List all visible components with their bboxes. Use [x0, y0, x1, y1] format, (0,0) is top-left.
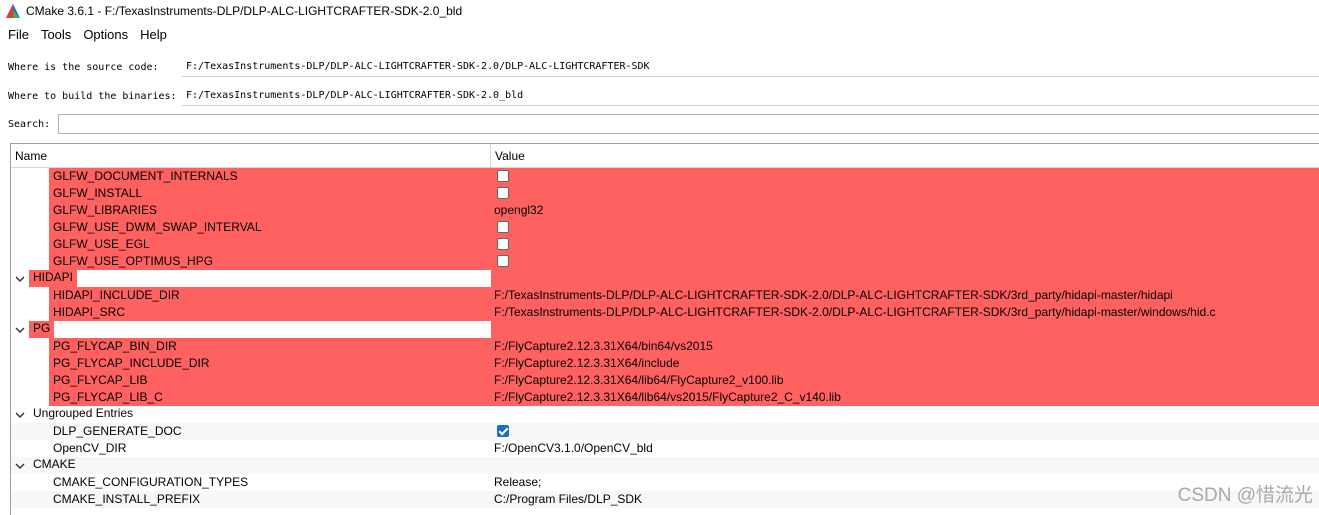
entry-name: CMAKE_INSTALL_PREFIX — [53, 492, 201, 506]
entry-value[interactable]: F:/OpenCV3.1.0/OpenCV_bld — [491, 440, 1319, 457]
group-label: HIDAPI — [29, 270, 78, 287]
checkbox[interactable] — [497, 169, 509, 182]
entry-name: HIDAPI_SRC — [49, 304, 491, 321]
menu-options[interactable]: Options — [77, 24, 134, 46]
table-row[interactable]: OpenCV_DIR F:/OpenCV3.1.0/OpenCV_bld — [11, 440, 1319, 457]
table-row[interactable]: CMAKE_INSTALL_PREFIX C:/Program Files/DL… — [11, 491, 1319, 508]
build-label: Where to build the binaries: — [8, 90, 177, 102]
entry-value[interactable]: F:/FlyCapture2.12.3.31X64/lib64/vs2015/F… — [491, 389, 1319, 406]
table-row[interactable]: GLFW_DOCUMENT_INTERNALS — [11, 168, 1319, 185]
chevron-down-icon[interactable] — [13, 321, 27, 338]
group-label: Ungrouped Entries — [33, 406, 134, 420]
build-row: Where to build the binaries: F:/TexasIns… — [0, 85, 1319, 107]
title-bar: CMake 3.6.1 - F:/TexasInstruments-DLP/DL… — [0, 0, 1319, 22]
table-row[interactable]: GLFW_USE_DWM_SWAP_INTERVAL — [11, 219, 1319, 236]
table-header: Name Value — [11, 144, 1319, 168]
table-row[interactable]: PG_FLYCAP_LIB F:/FlyCapture2.12.3.31X64/… — [11, 372, 1319, 389]
menu-help[interactable]: Help — [134, 24, 173, 46]
group-value-fill — [491, 321, 1319, 338]
checkbox-checked[interactable] — [497, 424, 509, 437]
table-row[interactable]: GLFW_USE_EGL — [11, 236, 1319, 253]
table-row[interactable]: PG_FLYCAP_BIN_DIR F:/FlyCapture2.12.3.31… — [11, 338, 1319, 355]
checkbox[interactable] — [497, 186, 509, 199]
entry-name: PG_FLYCAP_INCLUDE_DIR — [49, 355, 491, 372]
column-header-name[interactable]: Name — [11, 144, 491, 167]
menu-file[interactable]: File — [2, 24, 35, 46]
entry-value[interactable]: F:/FlyCapture2.12.3.31X64/bin64/vs2015 — [491, 338, 1319, 355]
table-row[interactable]: CMAKE_CONFIGURATION_TYPES Release; — [11, 474, 1319, 491]
entry-name: DLP_GENERATE_DOC — [53, 424, 182, 438]
entry-name: PG_FLYCAP_BIN_DIR — [49, 338, 491, 355]
checkbox[interactable] — [497, 220, 509, 233]
cache-table: Name Value GLFW_DOCUMENT_INTERNALS GLFW_… — [10, 143, 1319, 515]
table-row[interactable]: GLFW_LIBRARIES opengl32 — [11, 202, 1319, 219]
entry-value[interactable]: F:/FlyCapture2.12.3.31X64/lib64/FlyCaptu… — [491, 372, 1319, 389]
build-path-input[interactable]: F:/TexasInstruments-DLP/DLP-ALC-LIGHTCRA… — [182, 86, 1319, 106]
watermark: CSDN @惜流光 — [1177, 485, 1313, 506]
group-value-fill — [491, 270, 1319, 287]
table-row[interactable]: PG_FLYCAP_LIB_C F:/FlyCapture2.12.3.31X6… — [11, 389, 1319, 406]
entry-value[interactable]: F:/TexasInstruments-DLP/DLP-ALC-LIGHTCRA… — [491, 304, 1319, 321]
entry-name: GLFW_LIBRARIES — [49, 202, 491, 219]
group-row-pg[interactable]: PG — [11, 321, 1319, 338]
entry-name: PG_FLYCAP_LIB — [49, 372, 491, 389]
table-row[interactable]: PG_FLYCAP_INCLUDE_DIR F:/FlyCapture2.12.… — [11, 355, 1319, 372]
chevron-down-icon[interactable] — [13, 406, 27, 423]
checkbox[interactable] — [497, 237, 509, 250]
entry-name: GLFW_INSTALL — [49, 185, 491, 202]
table-row[interactable]: HIDAPI_INCLUDE_DIR F:/TexasInstruments-D… — [11, 287, 1319, 304]
entry-value[interactable]: opengl32 — [491, 202, 1319, 219]
group-label: CMAKE — [33, 457, 76, 471]
entry-name: PG_FLYCAP_LIB_C — [49, 389, 491, 406]
entry-name: GLFW_USE_EGL — [49, 236, 491, 253]
source-path-input[interactable]: F:/TexasInstruments-DLP/DLP-ALC-LIGHTCRA… — [182, 57, 1319, 77]
chevron-down-icon[interactable] — [13, 270, 27, 287]
entry-name: GLFW_USE_OPTIMUS_HPG — [49, 253, 491, 270]
group-row-cmake[interactable]: CMAKE — [11, 457, 1319, 474]
column-header-value[interactable]: Value — [491, 144, 1319, 167]
group-label: PG — [29, 321, 55, 338]
entry-value[interactable]: F:/TexasInstruments-DLP/DLP-ALC-LIGHTCRA… — [491, 287, 1319, 304]
search-row: Search: — [0, 113, 1319, 135]
entry-name: CMAKE_CONFIGURATION_TYPES — [53, 475, 249, 489]
entry-name: GLFW_DOCUMENT_INTERNALS — [49, 168, 491, 185]
table-row[interactable]: GLFW_USE_OPTIMUS_HPG — [11, 253, 1319, 270]
cmake-logo-icon — [6, 4, 20, 18]
menu-tools[interactable]: Tools — [35, 24, 77, 46]
table-row[interactable]: HIDAPI_SRC F:/TexasInstruments-DLP/DLP-A… — [11, 304, 1319, 321]
source-label: Where is the source code: — [8, 61, 159, 73]
menu-bar: File Tools Options Help — [0, 24, 173, 46]
search-label: Search: — [8, 118, 51, 130]
window-title: CMake 3.6.1 - F:/TexasInstruments-DLP/DL… — [26, 4, 463, 18]
group-row-ungrouped[interactable]: Ungrouped Entries — [11, 406, 1319, 423]
entry-name: OpenCV_DIR — [53, 441, 127, 455]
table-row[interactable]: DLP_GENERATE_DOC — [11, 423, 1319, 440]
search-input[interactable] — [58, 114, 1319, 134]
source-row: Where is the source code: F:/TexasInstru… — [0, 56, 1319, 78]
entry-name: HIDAPI_INCLUDE_DIR — [49, 287, 491, 304]
chevron-down-icon[interactable] — [13, 457, 27, 474]
entry-value[interactable]: F:/FlyCapture2.12.3.31X64/include — [491, 355, 1319, 372]
group-row-hidapi[interactable]: HIDAPI — [11, 270, 1319, 287]
entry-name: GLFW_USE_DWM_SWAP_INTERVAL — [49, 219, 491, 236]
table-row[interactable]: GLFW_INSTALL — [11, 185, 1319, 202]
checkbox[interactable] — [497, 254, 509, 267]
